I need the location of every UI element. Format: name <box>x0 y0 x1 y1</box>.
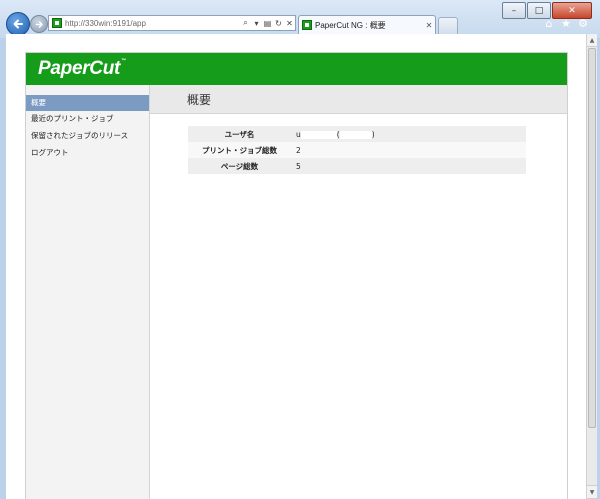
address-bar[interactable]: http://330win:9191/app ⌕ ▾ ▤ ↻ ✕ <box>48 15 296 31</box>
dropdown-chevron-icon[interactable]: ▾ <box>251 16 262 30</box>
total-print-jobs-label: プリント・ジョブ総数 <box>188 142 291 158</box>
papercut-logo: PaperCut™ <box>38 58 126 79</box>
redacted-username <box>300 130 337 139</box>
page-title-bar: 概要 <box>150 85 567 114</box>
sidebar-item-summary[interactable]: 概要 <box>26 95 149 111</box>
table-row: プリント・ジョブ総数 2 <box>188 142 526 158</box>
search-icon[interactable]: ⌕ <box>240 16 251 30</box>
browser-viewport: PaperCut™ 概要 最近のプリント・ジョブ 保留されたジョブのリリース ロ… <box>6 34 586 499</box>
table-row: ページ総数 5 <box>188 158 526 174</box>
papercut-app: PaperCut™ 概要 最近のプリント・ジョブ 保留されたジョブのリリース ロ… <box>25 52 568 499</box>
url-text[interactable]: http://330win:9191/app <box>65 19 240 28</box>
sidebar-item-logout[interactable]: ログアウト <box>26 145 149 161</box>
forward-button[interactable] <box>30 15 48 33</box>
forward-arrow-icon <box>35 20 43 28</box>
username-value: u() <box>291 126 526 142</box>
home-icon[interactable]: ⌂ <box>542 16 556 30</box>
back-button[interactable] <box>6 12 30 36</box>
new-tab-button[interactable] <box>438 17 458 35</box>
scroll-thumb[interactable] <box>588 48 596 428</box>
gear-icon[interactable]: ⚙ <box>576 16 590 30</box>
total-pages-value: 5 <box>291 158 526 174</box>
sidebar-item-recent-print-jobs[interactable]: 最近のプリント・ジョブ <box>26 111 149 127</box>
back-arrow-icon <box>13 19 23 29</box>
browser-toolbar-icons: ⌂ ★ ⚙ <box>539 16 590 30</box>
vertical-scrollbar[interactable]: ▲ ▼ <box>586 34 597 499</box>
app-header: PaperCut™ <box>26 53 567 85</box>
sidebar: 概要 最近のプリント・ジョブ 保留されたジョブのリリース ログアウト <box>26 85 150 499</box>
minimize-button[interactable]: – <box>502 2 526 19</box>
main-content: 概要 ユーザ名 u() プリント・ジョブ総数 2 ページ総数 5 <box>150 85 567 499</box>
tab-label: PaperCut NG : 概要 <box>315 20 386 30</box>
stop-icon[interactable]: ✕ <box>284 16 295 30</box>
refresh-icon[interactable]: ↻ <box>273 16 284 30</box>
tab-favicon-icon <box>302 20 312 30</box>
scroll-down-arrow-icon[interactable]: ▼ <box>587 485 597 499</box>
site-favicon-icon <box>52 18 62 28</box>
summary-table: ユーザ名 u() プリント・ジョブ総数 2 ページ総数 5 <box>188 126 526 174</box>
browser-titlebar: – □ ✕ http://330win:9191/app ⌕ ▾ ▤ ↻ ✕ P… <box>0 0 600 38</box>
table-row: ユーザ名 u() <box>188 126 526 142</box>
sidebar-item-held-jobs-release[interactable]: 保留されたジョブのリリース <box>26 128 149 144</box>
tab-close-icon[interactable]: ✕ <box>423 21 435 30</box>
scroll-up-arrow-icon[interactable]: ▲ <box>587 34 597 47</box>
tab-papercut[interactable]: PaperCut NG : 概要 ✕ <box>298 15 436 34</box>
username-label: ユーザ名 <box>188 126 291 142</box>
total-pages-label: ページ総数 <box>188 158 291 174</box>
page-title: 概要 <box>187 93 212 107</box>
favorites-star-icon[interactable]: ★ <box>559 16 573 30</box>
redacted-full-name <box>339 130 372 139</box>
total-print-jobs-value: 2 <box>291 142 526 158</box>
compatibility-view-icon[interactable]: ▤ <box>262 16 273 30</box>
